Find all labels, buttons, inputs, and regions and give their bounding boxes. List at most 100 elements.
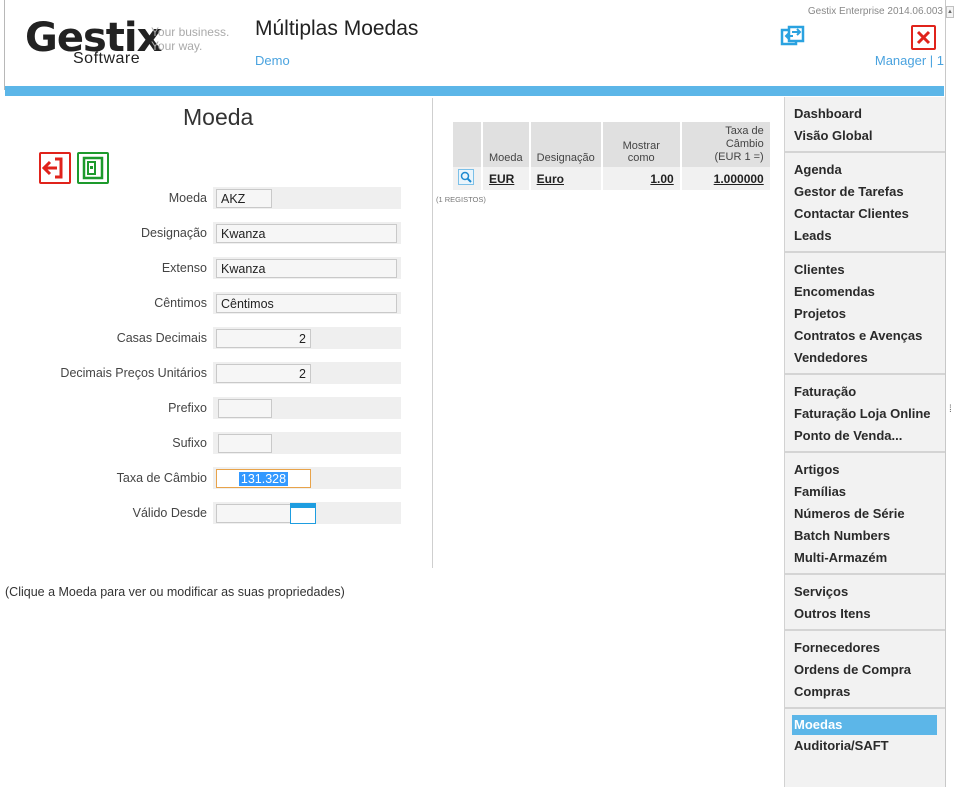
currency-table: Moeda Designação Mostrar como Taxa de Câ… (451, 122, 772, 190)
table-header-icon (453, 122, 481, 167)
label-decimais-precos: Decimais Preços Unitários (60, 366, 207, 380)
sidebar-item-gestor-tarefas[interactable]: Gestor de Tarefas (785, 181, 945, 203)
refresh-icon (780, 25, 805, 46)
sidebar-item-faturacao-loja-online[interactable]: Faturação Loja Online (785, 403, 945, 425)
window-left-border (4, 0, 5, 90)
nav-group: Moedas Auditoria/SAFT (785, 709, 945, 757)
nav-group: Fornecedores Ordens de Compra Compras (785, 631, 945, 709)
taxa-cambio-selected-text: 131.328 (238, 472, 289, 486)
label-taxa-cambio: Taxa de Câmbio (116, 471, 207, 485)
table-header-moeda: Moeda (483, 122, 529, 167)
sidebar-item-agenda[interactable]: Agenda (785, 159, 945, 181)
sidebar-item-batch-numbers[interactable]: Batch Numbers (785, 525, 945, 547)
cell-designacao[interactable]: Euro (530, 167, 601, 190)
moeda-link[interactable]: EUR (489, 172, 514, 186)
sidebar-item-auditoria-saft[interactable]: Auditoria/SAFT (785, 735, 945, 757)
sidebar-item-encomendas[interactable]: Encomendas (785, 281, 945, 303)
sidebar-item-fornecedores[interactable]: Fornecedores (785, 637, 945, 659)
mostrar-link[interactable]: 1.00 (650, 172, 673, 186)
sidebar-item-vendedores[interactable]: Vendedores (785, 347, 945, 369)
window-right-border (945, 0, 946, 787)
calendar-icon[interactable] (290, 503, 316, 524)
label-moeda: Moeda (168, 191, 207, 205)
sidebar-item-familias[interactable]: Famílias (785, 481, 945, 503)
designacao-field[interactable]: Kwanza (216, 224, 397, 243)
nav-group: Serviços Outros Itens (785, 575, 945, 631)
table-header-mostrar: Mostrar como (602, 122, 680, 167)
logo-sub-text: Software (73, 50, 141, 67)
refresh-button[interactable] (779, 24, 806, 51)
version-label: Gestix Enterprise 2014.06.003 (807, 6, 943, 17)
label-extenso: Extenso (161, 261, 207, 275)
extenso-field[interactable]: Kwanza (216, 259, 397, 278)
nav-group: Agenda Gestor de Tarefas Contactar Clien… (785, 153, 945, 253)
cell-moeda[interactable]: EUR (483, 167, 529, 190)
sidebar-item-artigos[interactable]: Artigos (785, 459, 945, 481)
valido-desde-field[interactable] (216, 504, 291, 523)
sidebar-item-dashboard[interactable]: Dashboard (785, 103, 945, 125)
form-title: Moeda (183, 104, 254, 130)
table-header-taxa: Taxa de Câmbio (EUR 1 =) (681, 122, 770, 167)
record-count: (1 REGISTOS) (436, 195, 486, 204)
designacao-link[interactable]: Euro (537, 172, 564, 186)
sidebar-item-numeros-serie[interactable]: Números de Série (785, 503, 945, 525)
magnifier-icon (458, 169, 474, 185)
sidebar-item-clientes[interactable]: Clientes (785, 259, 945, 281)
view-record-button[interactable] (453, 167, 481, 190)
scrollbar-grip-icon[interactable]: ⁞ (949, 404, 953, 416)
page-title: Múltiplas Moedas (255, 17, 419, 40)
cell-taxa[interactable]: 1.000000 (681, 167, 770, 190)
sidebar-item-contratos[interactable]: Contratos e Avenças (785, 325, 945, 347)
sidebar-item-leads[interactable]: Leads (785, 225, 945, 247)
table-row[interactable]: EUR Euro 1.00 1.000000 (453, 167, 770, 190)
sidebar-item-multi-armazem[interactable]: Multi-Armazém (785, 547, 945, 569)
help-text: (Clique a Moeda para ver ou modificar as… (5, 585, 345, 599)
sidebar-item-visao-global[interactable]: Visão Global (785, 125, 945, 147)
back-button[interactable] (39, 152, 71, 184)
prefixo-field[interactable] (218, 399, 272, 418)
sidebar-item-faturacao[interactable]: Faturação (785, 381, 945, 403)
save-icon (82, 156, 104, 180)
nav-group: Artigos Famílias Números de Série Batch … (785, 453, 945, 575)
table-header-taxa-line2: (EUR 1 =) (714, 151, 764, 163)
sidebar-item-contactar-clientes[interactable]: Contactar Clientes (785, 203, 945, 225)
tagline-line-1: Your business. (151, 25, 230, 39)
sidebar-item-ponto-venda[interactable]: Ponto de Venda... (785, 425, 945, 447)
sidebar-item-projetos[interactable]: Projetos (785, 303, 945, 325)
sidebar-item-moedas[interactable]: Moedas (792, 715, 937, 735)
sidebar-item-ordens-compra[interactable]: Ordens de Compra (785, 659, 945, 681)
nav-group: Faturação Faturação Loja Online Ponto de… (785, 375, 945, 453)
label-casas-decimais: Casas Decimais (116, 331, 207, 345)
taxa-link[interactable]: 1.000000 (714, 172, 764, 186)
header-divider-bar (5, 86, 944, 96)
cell-mostrar[interactable]: 1.00 (602, 167, 680, 190)
close-button[interactable] (911, 25, 936, 50)
table-header-designacao: Designação (530, 122, 601, 167)
casas-decimais-field[interactable]: 2 (216, 329, 311, 348)
sidebar-item-compras[interactable]: Compras (785, 681, 945, 703)
nav-group: Dashboard Visão Global (785, 97, 945, 153)
moeda-field[interactable]: AKZ (216, 189, 272, 208)
sidebar-item-outros-itens[interactable]: Outros Itens (785, 603, 945, 625)
company-link[interactable]: Demo (255, 53, 290, 68)
tagline-line-2: Your way. (151, 39, 203, 53)
save-button[interactable] (77, 152, 109, 184)
table-header-taxa-line1: Taxa de Câmbio (725, 125, 764, 150)
close-icon (916, 30, 931, 45)
nav-group: Clientes Encomendas Projetos Contratos e… (785, 253, 945, 375)
sufixo-field[interactable] (218, 434, 272, 453)
label-designacao: Designação (140, 226, 207, 240)
label-prefixo: Prefixo (168, 401, 207, 415)
gestix-logo: Gestix Software (25, 18, 162, 67)
user-link[interactable]: Manager | 1 (875, 53, 944, 68)
taxa-cambio-field[interactable]: 131.328 (216, 469, 311, 488)
tagline: Your business. Your way. (151, 25, 229, 53)
label-valido-desde: Válido Desde (132, 506, 207, 520)
sidebar-nav: Dashboard Visão Global Agenda Gestor de … (784, 97, 945, 787)
scroll-up-arrow-icon[interactable]: ▲ (946, 6, 954, 18)
back-arrow-icon (41, 157, 63, 179)
centimos-field[interactable]: Cêntimos (216, 294, 397, 313)
sidebar-item-servicos[interactable]: Serviços (785, 581, 945, 603)
label-centimos: Cêntimos (154, 296, 207, 310)
decimais-precos-field[interactable]: 2 (216, 364, 311, 383)
